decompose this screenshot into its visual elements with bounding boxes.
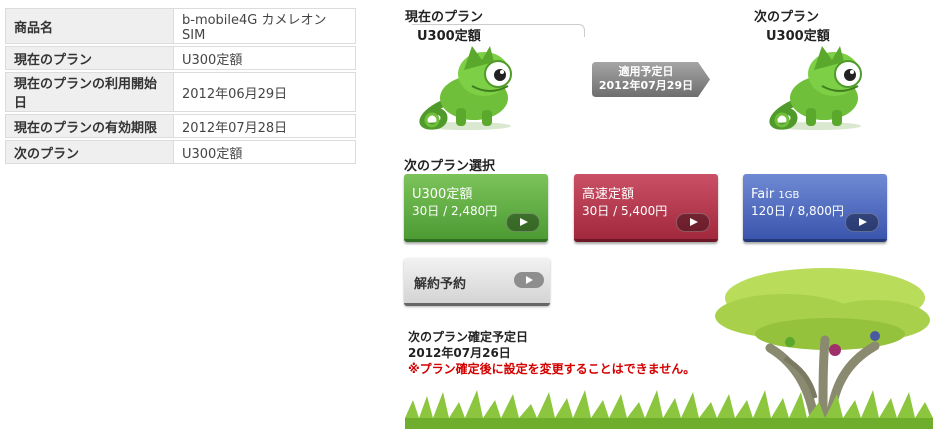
cancel-label: 解約予約	[414, 277, 467, 292]
play-icon	[676, 213, 710, 232]
plan-select-title: 次のプラン選択	[404, 159, 496, 174]
row-value: 2012年07月28日	[173, 114, 356, 138]
table-row: 現在のプランの利用開始日 2012年06月29日	[5, 72, 356, 112]
row-value: 2012年06月29日	[173, 72, 356, 112]
plan-option-fair-button[interactable]: Fair 1GB 120日 / 8,800円	[743, 174, 887, 242]
current-plan-heading: 現在のプラン	[405, 10, 484, 25]
play-icon	[514, 272, 544, 288]
plan-option-name: U300定額	[412, 187, 473, 202]
plan-option-highspeed-button[interactable]: 高速定額 30日 / 5,400円	[574, 174, 718, 242]
table-row: 現在のプラン U300定額	[5, 46, 356, 70]
row-label: 現在のプラン	[5, 46, 173, 70]
plan-info-table: 商品名 b-mobile4G カメレオンSIM 現在のプラン U300定額 現在…	[5, 6, 356, 166]
row-label: 次のプラン	[5, 140, 173, 164]
apply-date-value: 2012年07月29日	[598, 79, 694, 92]
confirm-date: 2012年07月26日	[408, 346, 511, 360]
apply-date-label: 適用予定日	[618, 65, 674, 78]
plan-option-name: 高速定額	[582, 187, 635, 202]
plan-option-unit: 1GB	[778, 190, 800, 201]
play-icon	[506, 213, 540, 232]
plan-option-name: Fair	[751, 187, 779, 202]
table-row: 商品名 b-mobile4G カメレオンSIM	[5, 8, 356, 44]
chameleon-icon	[769, 46, 862, 130]
plan-option-u300-button[interactable]: U300定額 30日 / 2,480円	[404, 174, 548, 242]
confirm-warning: ※プラン確定後に設定を変更することはできません。	[408, 362, 696, 376]
chameleon-icon	[419, 46, 512, 130]
row-value: U300定額	[173, 140, 356, 164]
cancel-reservation-button[interactable]: 解約予約	[404, 258, 550, 306]
table-row: 次のプラン U300定額	[5, 140, 356, 164]
row-label: 現在のプランの利用開始日	[5, 72, 173, 112]
row-label: 商品名	[5, 8, 173, 44]
apply-date-text: 適用予定日 2012年07月29日	[592, 65, 700, 93]
row-value: U300定額	[173, 46, 356, 70]
row-label: 現在のプランの有効期限	[5, 114, 173, 138]
confirm-date-block: 次のプラン確定予定日 2012年07月26日 ※プラン確定後に設定を変更すること…	[408, 329, 695, 377]
play-icon	[845, 213, 879, 232]
row-value: b-mobile4G カメレオンSIM	[173, 8, 356, 44]
table-row: 現在のプランの有効期限 2012年07月28日	[5, 114, 356, 138]
confirm-title: 次のプラン確定予定日	[408, 330, 529, 344]
next-plan-heading: 次のプラン	[754, 10, 820, 25]
